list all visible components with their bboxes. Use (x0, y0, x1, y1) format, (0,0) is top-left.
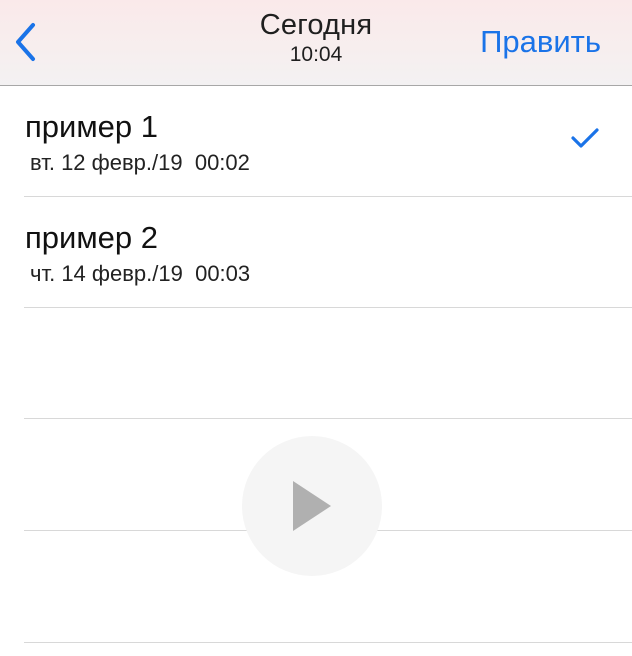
recording-date-duration: чт. 14 февр./19 00:03 (30, 261, 251, 286)
recording-row[interactable]: пример 2 чт. 14 февр./19 00:03 (24, 197, 632, 308)
empty-list-row (24, 308, 632, 419)
back-button[interactable] (6, 18, 46, 66)
recording-title: пример 1 (25, 109, 158, 144)
recording-title: пример 2 (25, 220, 158, 255)
recording-date-duration: вт. 12 февр./19 00:02 (30, 150, 250, 175)
checkmark-icon (571, 128, 599, 148)
edit-button[interactable]: Править (480, 23, 601, 61)
navigation-bar: Сегодня 10:04 Править (0, 0, 632, 86)
play-icon (293, 481, 331, 531)
play-button[interactable] (242, 436, 382, 576)
chevron-left-icon (16, 23, 35, 61)
recording-row[interactable]: пример 1 вт. 12 февр./19 00:02 (24, 86, 632, 197)
